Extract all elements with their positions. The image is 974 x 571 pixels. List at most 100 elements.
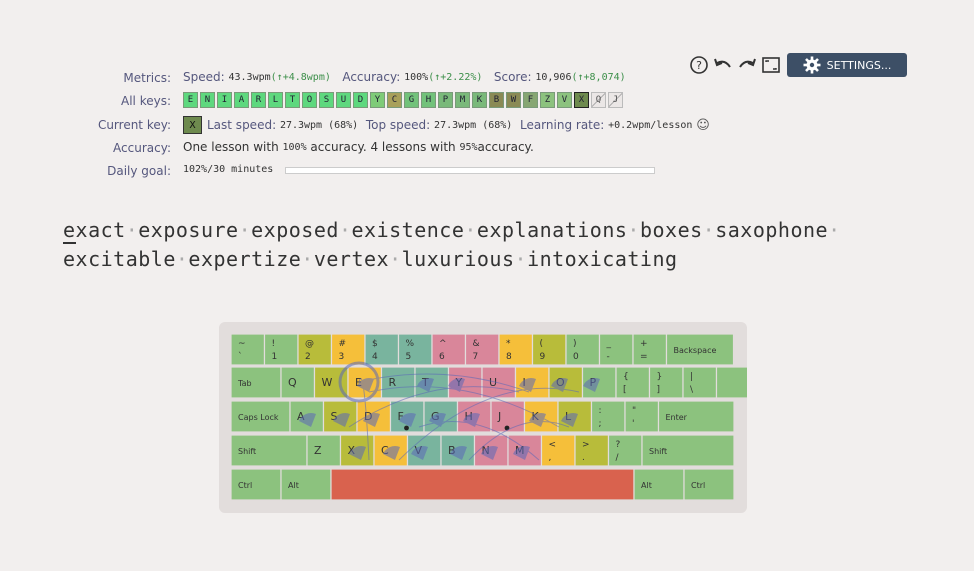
key-label: R <box>389 376 397 389</box>
undo-icon[interactable] <box>713 55 733 75</box>
key-chip-t: T <box>285 92 300 108</box>
gear-icon <box>803 56 821 74</box>
accuracy-metric-label: Accuracy: <box>342 70 401 84</box>
key-8[interactable]: *8 <box>498 333 534 366</box>
key-ctrl-left[interactable]: Ctrl <box>230 468 282 501</box>
fullscreen-icon[interactable] <box>761 55 781 75</box>
key-chip-o: O <box>302 92 317 108</box>
current-key-row: X Last speed: 27.3wpm (68%) Top speed: 2… <box>183 116 710 134</box>
key-7[interactable]: &7 <box>464 333 500 366</box>
accuracy-delta: (↑+2.22%) <box>428 71 483 83</box>
key-2[interactable]: @2 <box>297 333 333 366</box>
key-chip-b: B <box>489 92 504 108</box>
key-chip-m: M <box>455 92 470 108</box>
key-sym[interactable]: "' <box>624 400 660 433</box>
key-label: _ <box>606 339 612 349</box>
key-sym[interactable]: ?/ <box>607 434 643 467</box>
key-label: Q <box>288 376 297 389</box>
lesson-word: vertex <box>313 247 390 271</box>
accuracy-text-v2: 95% <box>459 141 478 153</box>
lesson-word: excitable <box>63 247 176 271</box>
daily-goal-progress-fill <box>286 168 654 173</box>
key-label: 8 <box>506 352 512 362</box>
key-q[interactable]: Q <box>280 366 316 399</box>
key-label: Ctrl <box>691 481 705 490</box>
key-label: ( <box>540 339 544 349</box>
score-value: 10,906 <box>535 71 572 83</box>
key-label: Tab <box>237 379 252 388</box>
key-chip-u: U <box>336 92 351 108</box>
key-label: Caps Lock <box>238 413 279 422</box>
key-enter[interactable]: Enter <box>657 400 735 433</box>
key-space[interactable] <box>330 468 635 501</box>
key-label: 6 <box>439 352 445 362</box>
key-sym[interactable]: <, <box>540 434 576 467</box>
key-sym[interactable]: >. <box>574 434 610 467</box>
key-label: > <box>582 440 590 450</box>
key-chip-q: Q <box>591 92 606 108</box>
key-label: Shift <box>649 447 667 456</box>
all-keys-list: ENIARLTOSUDYCGHPMKBWFZVXQJ <box>183 92 625 108</box>
key-0[interactable]: )0 <box>565 333 601 366</box>
key-3[interactable]: #3 <box>330 333 366 366</box>
all-keys-label: All keys: <box>121 94 171 108</box>
mood-icon: ☺ <box>696 117 710 133</box>
key-label: ; <box>599 419 602 429</box>
key-6[interactable]: ^6 <box>431 333 467 366</box>
key-label: 9 <box>540 352 546 362</box>
key-4[interactable]: $4 <box>364 333 400 366</box>
key-label: ' <box>632 419 634 429</box>
accuracy-value: 100% <box>404 71 429 83</box>
key-label: @ <box>305 339 314 349</box>
key-label: Shift <box>238 447 256 456</box>
lesson-word: expertize <box>188 247 302 271</box>
key-sym[interactable]: :; <box>590 400 626 433</box>
key-caps-lock[interactable]: Caps Lock <box>230 400 291 433</box>
key-label: 7 <box>473 352 479 362</box>
key-r[interactable]: R <box>380 366 416 399</box>
lesson-word: boxes <box>639 218 703 242</box>
key-1[interactable]: !1 <box>263 333 299 366</box>
word-separator: · <box>627 218 640 242</box>
key-label: - <box>607 352 610 362</box>
key-ctrl-right[interactable]: Ctrl <box>683 468 735 501</box>
key-`[interactable]: ~` <box>230 333 266 366</box>
word-separator: · <box>702 218 716 242</box>
key-tab[interactable]: Tab <box>230 366 282 399</box>
key-sym[interactable]: |\ <box>682 366 718 399</box>
key-blank[interactable] <box>715 366 748 399</box>
current-key-box: X <box>183 116 202 134</box>
key-label: Ctrl <box>238 481 252 490</box>
key-alt-right[interactable]: Alt <box>633 468 685 501</box>
key-9[interactable]: (9 <box>531 333 567 366</box>
key-chip-k: K <box>472 92 487 108</box>
key-label: { <box>623 372 629 382</box>
top-speed-value: 27.3wpm (68%) <box>434 119 513 131</box>
settings-button[interactable]: SETTINGS... <box>787 53 907 77</box>
key-label: [ <box>623 385 627 395</box>
help-icon[interactable]: ? <box>689 55 709 75</box>
key-chip-j: J <box>608 92 623 108</box>
key-shift-right[interactable]: Shift <box>641 434 735 467</box>
key-label: 1 <box>272 352 278 362</box>
key--[interactable]: _- <box>598 333 634 366</box>
key-backspace[interactable]: Backspace <box>665 333 735 366</box>
key-label: ) <box>573 339 577 349</box>
key-5[interactable]: %5 <box>397 333 433 366</box>
key-chip-a: A <box>234 92 249 108</box>
key-sym[interactable]: {[ <box>615 366 651 399</box>
key-sym[interactable]: }] <box>648 366 684 399</box>
key-z[interactable]: Z <box>306 434 342 467</box>
word-separator: · <box>389 247 402 271</box>
key-=[interactable]: += <box>632 333 668 366</box>
key-label: $ <box>372 339 378 349</box>
key-shift-left[interactable]: Shift <box>230 434 308 467</box>
redo-icon[interactable] <box>737 55 757 75</box>
lesson-text[interactable]: exact·exposure·exposed·existence·explana… <box>63 216 863 274</box>
key-chip-v: V <box>557 92 572 108</box>
word-separator: · <box>301 247 314 271</box>
key-alt-left[interactable]: Alt <box>280 468 332 501</box>
key-chip-i: I <box>217 92 232 108</box>
accuracy-text-v1: 100% <box>282 141 307 153</box>
metrics-label: Metrics: <box>123 71 171 85</box>
